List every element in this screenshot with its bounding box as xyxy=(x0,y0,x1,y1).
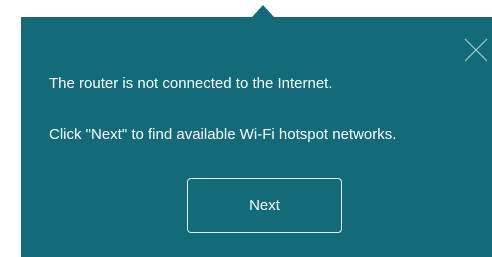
next-button[interactable]: Next xyxy=(187,178,342,233)
instruction-message: Click "Next" to find available Wi-Fi hot… xyxy=(49,126,397,143)
close-icon xyxy=(464,38,488,62)
popover-caret xyxy=(252,5,274,17)
close-button[interactable] xyxy=(463,37,489,63)
status-message: The router is not connected to the Inter… xyxy=(49,75,333,92)
